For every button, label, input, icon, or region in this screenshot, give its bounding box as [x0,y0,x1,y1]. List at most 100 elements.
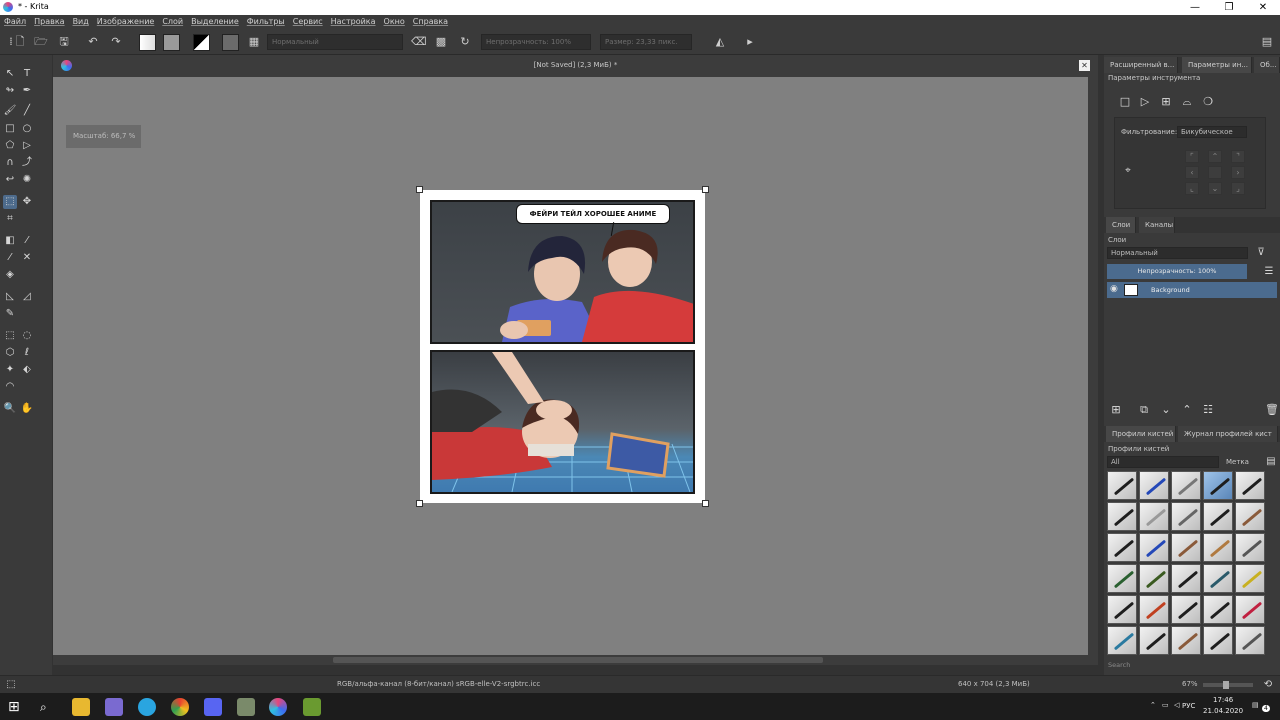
rectangle-tool-icon[interactable]: □ [3,122,17,136]
brush-preset[interactable] [1171,595,1201,624]
layer-list-icon[interactable]: ☰ [1262,265,1276,279]
ellipse-select-tool-icon[interactable]: ◌ [20,329,34,343]
zoom-slider[interactable] [1203,681,1253,689]
menu-view[interactable]: Вид [69,15,93,29]
transform-tool-icon[interactable]: ⬚ [3,195,17,209]
gradient-swatch[interactable] [139,34,156,51]
open-folder-icon[interactable]: 🗁 [34,35,48,49]
canvas-area[interactable]: [Not Saved] (2,3 МиБ) * ✕ Масштаб: 66,7 … [53,55,1098,665]
anchor-r[interactable]: › [1231,166,1245,179]
dynamic-brush-tool-icon[interactable]: ↩ [3,173,17,187]
tab-tool-options[interactable]: Параметры ин... [1182,57,1252,73]
menu-image[interactable]: Изображение [93,15,159,29]
menu-settings[interactable]: Настройка [327,15,380,29]
menu-select[interactable]: Выделение [187,15,243,29]
line-tool-icon[interactable]: ╱ [20,104,34,118]
brush-preset[interactable] [1235,471,1265,500]
brush-preset[interactable] [1235,502,1265,531]
menu-edit[interactable]: Правка [30,15,68,29]
freehand-select-tool-icon[interactable]: ℓ [20,346,34,360]
transform-liquify-icon[interactable]: ❍ [1201,95,1215,109]
brush-preset-swatch[interactable] [222,34,239,51]
layer-row[interactable]: ◉ Background [1107,282,1277,298]
anchor-br[interactable]: ⌟ [1231,182,1245,195]
menu-file[interactable]: Файл [0,15,30,29]
brush-preset[interactable] [1203,564,1233,593]
tab-overview[interactable]: Об... [1254,57,1280,73]
save-icon[interactable]: 🖫 [57,35,71,49]
layer-properties-icon[interactable]: ☷ [1201,403,1215,417]
brush-preset[interactable] [1107,502,1137,531]
anchor-c[interactable] [1208,166,1222,179]
tab-brush-history[interactable]: Журнал профилей кист [1178,426,1278,442]
brush-preset[interactable] [1171,471,1201,500]
transform-perspective-icon[interactable]: ▷ [1138,95,1152,109]
brush-preset[interactable] [1171,564,1201,593]
workspace-icon[interactable]: ▤ [1260,35,1274,49]
brush-preset[interactable] [1107,626,1137,655]
gradient-tool-icon[interactable]: ◧ [3,234,17,248]
brush-preset[interactable] [1107,533,1137,562]
smart-patch-tool-icon[interactable]: ⁄ [3,251,17,265]
menu-window[interactable]: Окно [380,15,409,29]
freehand-path-tool-icon[interactable]: ⤴ [20,156,34,170]
search-icon[interactable]: ⌕ [40,698,58,716]
brush-preset[interactable] [1203,595,1233,624]
select-shapes-tool-icon[interactable]: ↖ [3,67,17,81]
file-explorer-icon[interactable] [72,698,90,716]
anchor-b[interactable]: ⌄ [1208,182,1222,195]
app-icon[interactable] [237,698,255,716]
zoom-tool-icon[interactable]: 🔍 [3,402,17,416]
network-icon[interactable]: ▭ [1162,701,1169,709]
brush-preset[interactable] [1203,626,1233,655]
discord-icon[interactable] [204,698,222,716]
edit-shapes-tool-icon[interactable]: ↬ [3,84,17,98]
add-layer-icon[interactable]: ⊞ [1109,403,1123,417]
brush-preset[interactable] [1235,595,1265,624]
tray-chevron-icon[interactable]: ⌃ [1150,701,1156,709]
telegram-icon[interactable] [138,698,156,716]
menu-help[interactable]: Справка [409,15,452,29]
duplicate-layer-icon[interactable]: ⧉ [1137,403,1151,417]
brush-preset[interactable] [1139,502,1169,531]
delete-layer-icon[interactable]: 🗑 [1265,403,1279,417]
pivot-icon[interactable]: ⌖ [1121,164,1135,178]
brush-preset[interactable] [1171,502,1201,531]
rect-select-tool-icon[interactable]: ⬚ [3,329,17,343]
text-tool-icon[interactable]: T [20,67,34,81]
brush-view-icon[interactable]: ▤ [1264,455,1278,469]
polygon-select-tool-icon[interactable]: ⬡ [3,346,17,360]
preserve-alpha-icon[interactable]: ▩ [434,35,448,49]
brush-preset[interactable] [1107,471,1137,500]
layer-blend-select[interactable]: Нормальный [1107,247,1248,259]
move-layer-up-icon[interactable]: ⌃ [1180,403,1194,417]
brush-preset[interactable] [1107,595,1137,624]
brush-preset-selected[interactable] [1203,471,1233,500]
tab-advanced-color[interactable]: Расширенный в... [1104,57,1178,73]
horizontal-scrollbar[interactable] [53,655,1098,665]
brush-preset[interactable] [1171,626,1201,655]
anchor-t[interactable]: ⌃ [1208,150,1222,163]
vertical-scrollbar[interactable] [1088,77,1098,655]
selection-mode-icon[interactable]: ⬚ [4,678,18,692]
ellipse-tool-icon[interactable]: ○ [20,122,34,136]
color-picker-tool-icon[interactable]: ⁄ [20,234,34,248]
multibrush-tool-icon[interactable]: ✺ [20,173,34,187]
similar-select-tool-icon[interactable]: ⬖ [20,363,34,377]
mirror-horizontal-icon[interactable]: ◭ [713,35,727,49]
brush-preset[interactable] [1171,533,1201,562]
move-layer-down-icon[interactable]: ⌄ [1159,403,1173,417]
bezier-select-tool-icon[interactable]: ◠ [3,380,17,394]
filter-select[interactable]: Бикубическое [1177,126,1247,138]
opacity-slider[interactable]: Непрозрачность: 100% [481,34,591,50]
input-language[interactable]: РУС [1182,702,1195,710]
blend-mode-select[interactable]: Нормальный [267,34,403,50]
anchor-tr[interactable]: ⌝ [1231,150,1245,163]
pattern-swatch[interactable] [163,34,180,51]
anchor-bl[interactable]: ⌞ [1185,182,1199,195]
maximize-button[interactable]: ❐ [1212,0,1246,15]
polygon-tool-icon[interactable]: ⬠ [3,139,17,153]
move-tool-icon[interactable]: ✥ [20,195,34,209]
new-document-icon[interactable]: 🗋 [13,35,27,49]
minimize-button[interactable]: — [1178,0,1212,15]
